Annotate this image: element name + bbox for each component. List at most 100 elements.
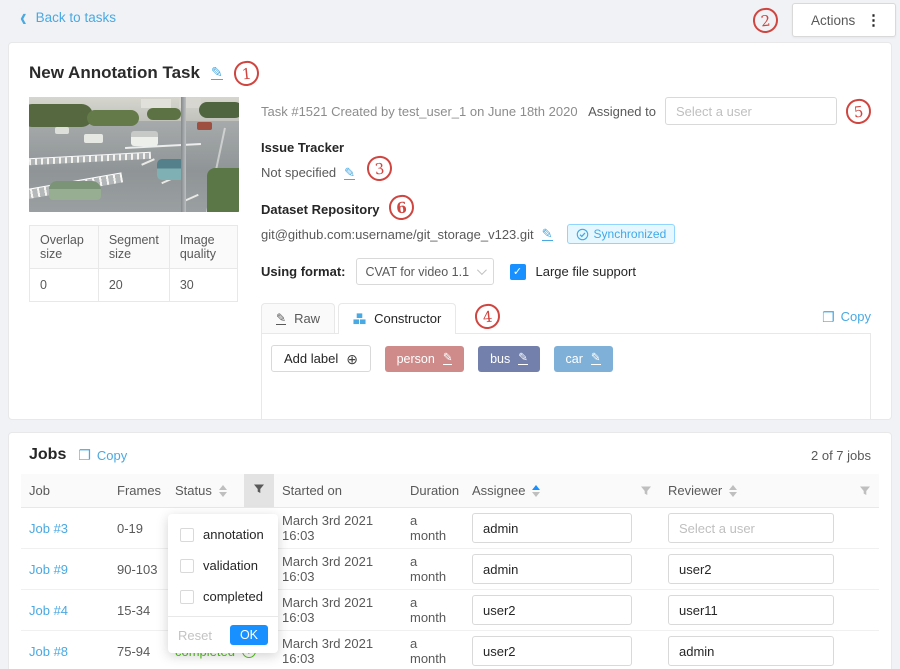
labels-copy-label: Copy [841,309,871,324]
param-value-segment: 20 [98,269,169,302]
reviewer-input[interactable] [668,554,834,584]
assignee-input[interactable] [472,636,632,666]
actions-label: Actions [811,13,855,28]
funnel-icon [253,483,265,495]
completed-checkbox[interactable] [180,590,194,604]
col-assignee: Assignee [464,474,660,508]
filter-option-annotation[interactable]: annotation [168,519,278,550]
filter-option-completed[interactable]: completed [168,581,278,612]
job-link[interactable]: Job #4 [29,603,68,618]
actions-button[interactable]: Actions ⋮ [792,3,896,37]
tab-constructor-label: Constructor [374,311,441,326]
topbar-right-group: 2 Actions ⋮ [753,3,896,37]
table-row: Job #9 90-103 March 3rd 2021 16:03 a mon… [21,549,879,590]
labels-copy-link[interactable]: ❐ Copy [822,309,871,324]
job-link[interactable]: Job #3 [29,521,68,536]
reviewer-filter-button[interactable] [859,485,871,497]
label-chip-bus[interactable]: bus ✎ [478,346,540,372]
callout-3: 3 [366,155,393,182]
task-title-row: New Annotation Task ✎ 1 [29,57,871,89]
edit-issue-tracker-icon[interactable]: ✎ [344,166,355,180]
reviewer-input[interactable] [668,595,834,625]
filter-reset-button[interactable]: Reset [178,628,212,643]
add-label-text: Add label [284,351,338,366]
edit-label-icon[interactable]: ✎ [591,353,601,365]
issue-tracker-label: Issue Tracker [261,140,871,155]
col-duration: Duration [402,474,464,508]
validation-checkbox[interactable] [180,559,194,573]
format-label: Using format: [261,264,346,279]
assigned-to-group: Assigned to 5 [588,97,871,125]
param-value-overlap: 0 [30,269,99,302]
status-filter-button[interactable] [244,474,274,508]
edit-repository-icon[interactable]: ✎ [542,227,553,241]
preview-shape [55,127,69,134]
preview-shape [131,131,158,146]
edit-title-icon[interactable]: ✎ [211,66,223,80]
jobs-card: Jobs ❐ Copy 2 of 7 jobs Job Frames Statu… [8,432,892,669]
frames-value: 0-19 [109,508,167,549]
preview-shape [147,108,181,120]
job-link[interactable]: Job #9 [29,562,68,577]
status-sort-button[interactable] [219,485,227,497]
label-chip-car[interactable]: car ✎ [554,346,613,372]
label-chip-person[interactable]: person ✎ [385,346,465,372]
reviewer-sort-button[interactable] [729,485,737,497]
callout-2: 2 [752,6,779,33]
assignee-sort-button[interactable] [532,485,540,497]
reviewer-input[interactable] [668,636,834,666]
param-value-quality: 30 [169,269,237,302]
preview-shape [141,99,171,108]
repository-label-row: Dataset Repository 6 [261,197,871,222]
col-frames: Frames [109,474,167,508]
preview-shape [207,168,239,212]
filter-footer: Reset OK [168,616,278,653]
filter-option-validation[interactable]: validation [168,550,278,581]
assignee-input[interactable] [472,513,632,543]
table-row: Job #8 75-94 completed ? March 3rd 2021 … [21,631,879,669]
assignee-filter-button[interactable] [640,485,652,497]
format-selected-value: CVAT for video 1.1 [366,265,470,279]
large-file-label: Large file support [536,264,636,279]
jobs-table-header-row: Job Frames Status Started on D [21,474,879,508]
back-to-tasks-link[interactable]: ‹ Back to tasks [20,10,116,25]
reviewer-input[interactable] [668,513,834,543]
task-left-column: Overlap size Segment size Image quality … [29,97,239,420]
constructor-blocks-icon [353,312,366,325]
callout-4: 4 [474,303,501,330]
job-link[interactable]: Job #8 [29,644,68,659]
param-header-overlap: Overlap size [30,226,99,269]
task-detail-card: New Annotation Task ✎ 1 [8,42,892,420]
preview-shape [49,181,101,200]
sync-status-text: Synchronized [594,227,667,241]
tab-raw[interactable]: ✎ Raw [261,303,335,333]
task-params-table: Overlap size Segment size Image quality … [29,225,238,302]
page-title: New Annotation Task [29,63,200,83]
started-value: March 3rd 2021 16:03 [274,590,402,631]
col-reviewer: Reviewer [660,474,879,508]
label-chip-person-text: person [397,352,435,366]
annotation-checkbox[interactable] [180,528,194,542]
format-select[interactable]: CVAT for video 1.1 [356,258,494,285]
assigned-to-input[interactable] [665,97,837,125]
jobs-copy-link[interactable]: ❐ Copy [78,448,127,463]
copy-icon: ❐ [822,310,835,324]
preview-shape [199,102,239,118]
assignee-input[interactable] [472,554,632,584]
assignee-input[interactable] [472,595,632,625]
callout-1: 1 [232,59,259,86]
add-label-button[interactable]: Add label ⊕ [271,345,371,372]
edit-label-icon[interactable]: ✎ [518,353,528,365]
tab-constructor[interactable]: Constructor [338,303,456,333]
frames-value: 75-94 [109,631,167,669]
funnel-icon [859,485,871,497]
label-chip-bus-text: bus [490,352,510,366]
pencil-icon: ✎ [276,312,286,325]
jobs-copy-label: Copy [97,448,127,463]
edit-label-icon[interactable]: ✎ [443,353,453,365]
label-constructor-panel: Add label ⊕ person ✎ bus ✎ car ✎ [261,334,871,420]
col-status: Status [167,474,244,508]
filter-ok-button[interactable]: OK [230,625,268,645]
large-file-checkbox[interactable]: ✓ [510,264,526,280]
duration-value: a month [402,549,464,590]
